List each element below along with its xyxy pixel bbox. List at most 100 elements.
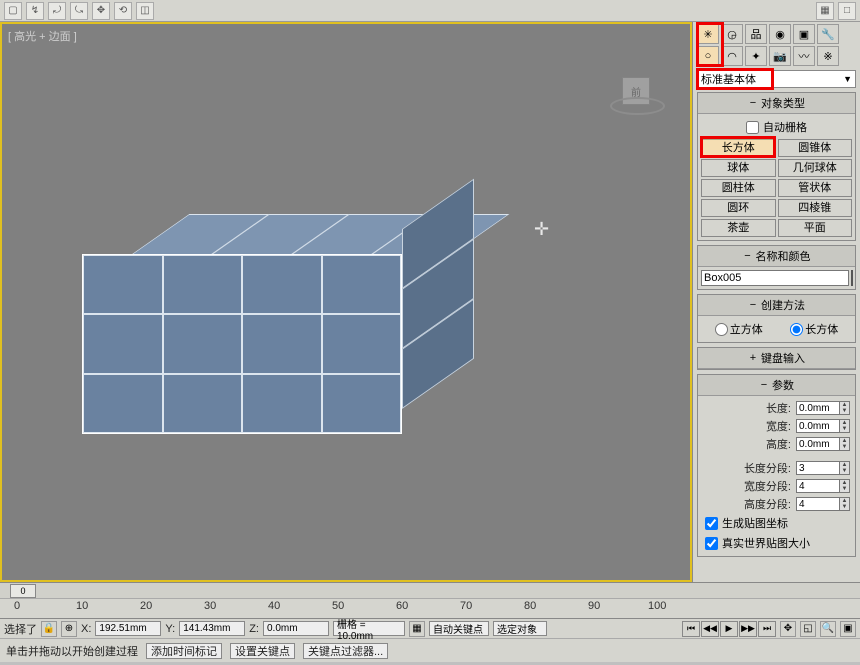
box-button[interactable]: 长方体 (701, 139, 776, 157)
toolbar-icon[interactable]: ◫ (136, 2, 154, 20)
wsegs-input[interactable] (796, 479, 840, 493)
chevron-down-icon: ▼ (843, 74, 852, 84)
width-input[interactable] (796, 419, 840, 433)
teapot-button[interactable]: 茶壶 (701, 219, 776, 237)
snap-icon[interactable]: ⊕ (61, 621, 77, 637)
prev-frame-icon[interactable]: ◀◀ (701, 621, 719, 637)
auto-grid-checkbox[interactable] (746, 121, 759, 134)
play-icon[interactable]: ▶ (720, 621, 738, 637)
length-input[interactable] (796, 401, 840, 415)
lsegs-input[interactable] (796, 461, 840, 475)
nav-icon[interactable]: ✥ (780, 621, 796, 637)
tick-label: 30 (204, 600, 216, 612)
plane-button[interactable]: 平面 (778, 219, 853, 237)
gen-uv-checkbox[interactable] (705, 517, 718, 530)
z-label: Z: (249, 623, 259, 635)
toolbar-icon[interactable]: ↯ (26, 2, 44, 20)
next-frame-icon[interactable]: ▶▶ (739, 621, 757, 637)
time-slider-handle[interactable]: 0 (10, 584, 36, 598)
spinner-arrows[interactable]: ▲▼ (840, 497, 850, 511)
shapes-category-icon[interactable]: ◠ (721, 46, 743, 66)
time-tag-button[interactable]: 添加时间标记 (146, 643, 222, 659)
key-filter-button[interactable]: 关键点过滤器... (303, 643, 388, 659)
toolbar-icon[interactable]: □ (838, 2, 856, 20)
spinner-arrows[interactable]: ▲▼ (840, 419, 850, 433)
torus-button[interactable]: 圆环 (701, 199, 776, 217)
utilities-tab-icon[interactable]: 🔧 (817, 24, 839, 44)
nav-icon[interactable]: ◱ (800, 621, 816, 637)
lock-icon[interactable]: 🔒 (41, 621, 57, 637)
geometry-category-icon[interactable]: ○ (697, 46, 719, 66)
toolbar-icon[interactable]: ⟲ (114, 2, 132, 20)
collapse-icon: − (748, 97, 758, 109)
cube-radio[interactable]: 立方体 (715, 321, 763, 337)
lsegs-label: 长度分段: (703, 460, 793, 476)
spinner-arrows[interactable]: ▲▼ (840, 479, 850, 493)
display-tab-icon[interactable]: ▣ (793, 24, 815, 44)
spinner-arrows[interactable]: ▲▼ (840, 437, 850, 451)
hsegs-input[interactable] (796, 497, 840, 511)
prompt-text: 单击并拖动以开始创建过程 (6, 643, 138, 659)
grid-toggle-icon[interactable]: ▦ (409, 621, 425, 637)
spinner-arrows[interactable]: ▲▼ (840, 461, 850, 475)
motion-tab-icon[interactable]: ◉ (769, 24, 791, 44)
collapse-icon: − (759, 379, 769, 391)
pyramid-button[interactable]: 四棱锥 (778, 199, 853, 217)
toolbar-icon[interactable]: ⤿ (70, 2, 88, 20)
y-coord-field[interactable]: 141.43mm (179, 621, 245, 636)
box-radio[interactable]: 长方体 (790, 321, 838, 337)
perspective-viewport[interactable]: [ 高光 + 边面 ] 前 ✛ (0, 22, 692, 582)
modify-tab-icon[interactable]: ◶ (721, 24, 743, 44)
tick-label: 20 (140, 600, 152, 612)
cone-button[interactable]: 圆锥体 (778, 139, 853, 157)
rollout-header[interactable]: − 对象类型 (698, 93, 855, 114)
y-label: Y: (165, 623, 175, 635)
helpers-category-icon[interactable]: 〰 (793, 46, 815, 66)
cylinder-button[interactable]: 圆柱体 (701, 179, 776, 197)
sphere-button[interactable]: 球体 (701, 159, 776, 177)
selected-obj-dropdown[interactable]: 选定对象 (493, 621, 547, 636)
hierarchy-tab-icon[interactable]: 品 (745, 24, 767, 44)
object-color-swatch[interactable] (851, 270, 853, 286)
goto-end-icon[interactable]: ⏭ (758, 621, 776, 637)
time-ruler[interactable]: 0 10 20 30 40 50 60 70 80 90 100 (0, 599, 860, 617)
toolbar-icon[interactable]: ✥ (92, 2, 110, 20)
create-tab-icon[interactable]: ✳ (697, 24, 719, 44)
nav-icon[interactable]: ▣ (840, 621, 856, 637)
toolbar-icon[interactable]: ▢ (4, 2, 22, 20)
rollout-header[interactable]: − 名称和颜色 (698, 246, 855, 267)
cameras-category-icon[interactable]: 📷 (769, 46, 791, 66)
toolbar-icon[interactable]: ▦ (816, 2, 834, 20)
nav-icon[interactable]: 🔍 (820, 621, 836, 637)
toolbar-icon[interactable]: ⤾ (48, 2, 66, 20)
geosphere-button[interactable]: 几何球体 (778, 159, 853, 177)
spinner-arrows[interactable]: ▲▼ (840, 401, 850, 415)
command-panel-tabs: ✳ ◶ 品 ◉ ▣ 🔧 ○ ◠ ✦ 📷 〰 ※ (693, 22, 860, 68)
primitive-category-dropdown[interactable]: 标准基本体 ▼ (697, 70, 856, 88)
time-slider[interactable]: 0 (0, 583, 860, 599)
rollout-header[interactable]: + 键盘输入 (698, 348, 855, 369)
collapse-icon: − (748, 299, 758, 311)
tube-button[interactable]: 管状体 (778, 179, 853, 197)
rollout-header[interactable]: − 创建方法 (698, 295, 855, 316)
viewcube-ring[interactable] (610, 97, 665, 115)
status-bar: 选择了 🔒 ⊕ X: 192.51mm Y: 141.43mm Z: 0.0mm… (0, 618, 860, 638)
rollout-header[interactable]: − 参数 (698, 375, 855, 396)
goto-start-icon[interactable]: ⏮ (682, 621, 700, 637)
x-coord-field[interactable]: 192.51mm (95, 621, 161, 636)
real-world-checkbox[interactable] (705, 537, 718, 550)
systems-category-icon[interactable]: ※ (817, 46, 839, 66)
object-name-input[interactable] (701, 270, 849, 286)
tick-label: 80 (524, 600, 536, 612)
z-coord-field[interactable]: 0.0mm (263, 621, 329, 636)
set-key-button[interactable]: 设置关键点 (230, 643, 295, 659)
real-world-label: 真实世界贴图大小 (722, 535, 810, 551)
height-input[interactable] (796, 437, 840, 451)
autokey-button[interactable]: 自动关键点 (429, 621, 489, 636)
collapse-icon: − (743, 250, 753, 262)
viewcube[interactable]: 前 (610, 69, 665, 124)
tick-label: 40 (268, 600, 280, 612)
lights-category-icon[interactable]: ✦ (745, 46, 767, 66)
command-panel: ✳ ◶ 品 ◉ ▣ 🔧 ○ ◠ ✦ 📷 〰 ※ 标准基本体 ▼ − 对象类型 (692, 22, 860, 582)
prompt-bar: 单击并拖动以开始创建过程 添加时间标记 设置关键点 关键点过滤器... (0, 638, 860, 662)
